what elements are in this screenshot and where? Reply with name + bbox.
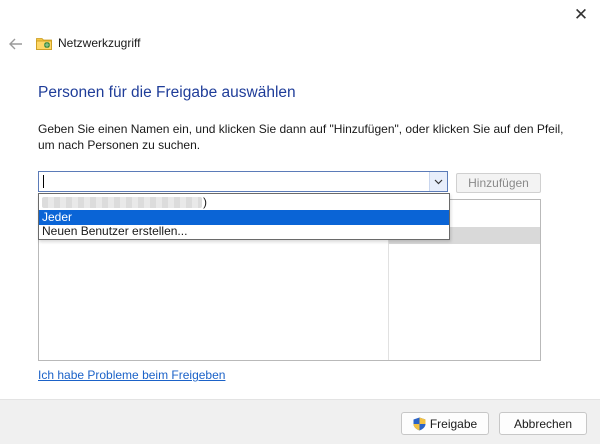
close-button[interactable]: ✕ (568, 2, 594, 28)
chevron-down-icon (434, 179, 443, 184)
network-folder-icon (36, 38, 52, 50)
blurred-name (42, 197, 202, 209)
uac-shield-icon (413, 417, 426, 430)
dropdown-item-blurred-user[interactable]: ) (39, 195, 449, 210)
add-button[interactable]: Hinzufügen (456, 173, 541, 193)
title-bar: Netzwerkzugriff (36, 36, 140, 50)
close-icon: ✕ (573, 5, 589, 24)
share-button[interactable]: Freigabe (401, 412, 489, 435)
dropdown-item-create-user[interactable]: Neuen Benutzer erstellen... (39, 224, 449, 239)
dropdown-item-everyone[interactable]: Jeder (39, 210, 449, 225)
dialog-footer: Freigabe Abbrechen (0, 399, 600, 444)
combo-dropdown-button[interactable] (429, 172, 447, 191)
window-title: Netzwerkzugriff (58, 36, 141, 50)
page-title: Personen für die Freigabe auswählen (38, 84, 296, 101)
back-button[interactable] (7, 35, 25, 53)
share-button-label: Freigabe (429, 416, 478, 431)
instruction-text: Geben Sie einen Namen ein, und klicken S… (38, 122, 564, 152)
user-dropdown-list[interactable]: ) Jeder Neuen Benutzer erstellen... (38, 193, 450, 240)
sharing-help-link[interactable]: Ich habe Probleme beim Freigeben (38, 368, 225, 382)
cancel-button[interactable]: Abbrechen (499, 412, 587, 435)
network-access-dialog: ✕ Netzwerkzugriff Personen für die Freig… (0, 0, 600, 444)
text-caret (43, 175, 44, 188)
back-arrow-icon (9, 38, 22, 50)
user-name-combobox[interactable] (38, 171, 448, 192)
